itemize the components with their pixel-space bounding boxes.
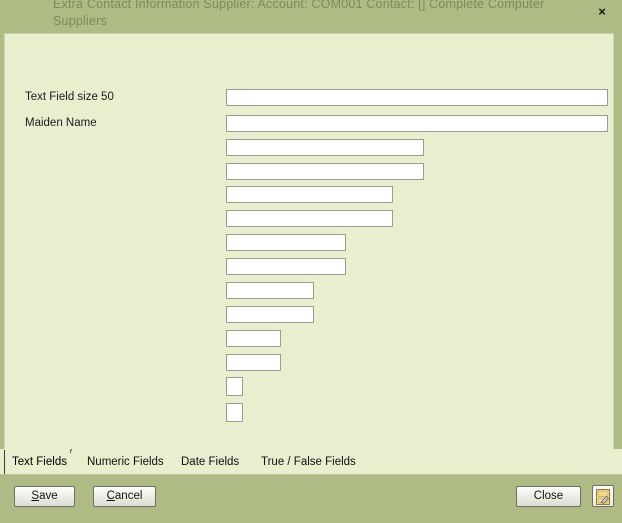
text-field-11-input[interactable] — [226, 330, 281, 347]
text-field-8-input[interactable] — [226, 258, 346, 275]
field-label: Maiden Name — [25, 117, 97, 129]
text-field-14-input[interactable] — [226, 403, 243, 422]
field-label: Text Field size 50 — [25, 91, 114, 103]
window-title-bar: Extra Contact Information Supplier: Acco… — [0, 0, 622, 34]
text-field-10-input[interactable] — [226, 306, 314, 323]
tab-numeric-fields[interactable]: Numeric Fields — [87, 449, 164, 475]
bottom-button-bar: Save Cancel Close — [0, 475, 622, 523]
close-icon[interactable]: × — [593, 3, 611, 21]
close-button[interactable]: Close — [516, 486, 581, 507]
maiden-name-input[interactable] — [226, 115, 608, 132]
save-button-accel: S — [31, 490, 40, 502]
text-field-6-input[interactable] — [226, 210, 393, 227]
notes-button[interactable] — [592, 485, 614, 507]
text-field-size-50-input[interactable] — [226, 89, 608, 106]
cancel-button-label: ancel — [114, 490, 143, 502]
text-field-9-input[interactable] — [226, 282, 314, 299]
tab-true-false-fields[interactable]: True / False Fields — [261, 449, 356, 475]
text-field-3-input[interactable] — [226, 139, 424, 156]
text-field-13-input[interactable] — [226, 377, 243, 396]
save-button[interactable]: Save — [14, 486, 75, 507]
text-field-5-input[interactable] — [226, 186, 393, 203]
cancel-button[interactable]: Cancel — [93, 486, 156, 507]
window-title: Extra Contact Information Supplier: Acco… — [53, 0, 545, 28]
tab-text-fields[interactable]: Text Fields — [4, 449, 67, 475]
text-field-7-input[interactable] — [226, 234, 346, 251]
text-field-4-input[interactable] — [226, 163, 424, 180]
form-fields-container: Text Field size 50 Maiden Name — [5, 34, 613, 452]
save-button-label: ave — [39, 490, 58, 502]
cancel-button-accel: C — [106, 490, 115, 502]
note-pencil-icon — [593, 488, 613, 506]
tab-bar: Text Fields Numeric Fields Date Fields True… — [0, 449, 622, 475]
form-panel: Text Field size 50 Maiden Name — [4, 33, 614, 453]
tab-date-fields[interactable]: Date Fields — [181, 449, 239, 475]
text-field-12-input[interactable] — [226, 354, 281, 371]
